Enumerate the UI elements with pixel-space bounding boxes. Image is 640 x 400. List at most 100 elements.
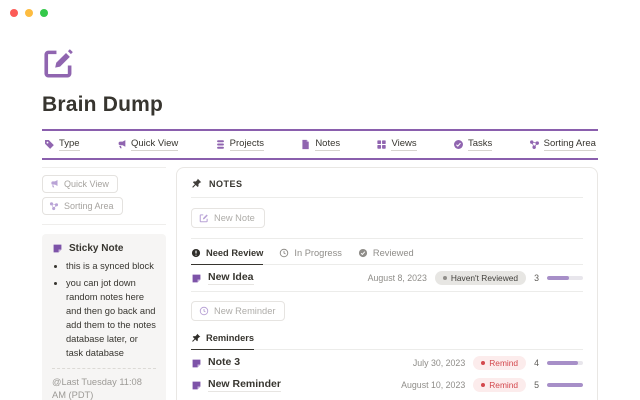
check-circle-icon — [358, 248, 368, 258]
document-icon — [300, 139, 311, 150]
sidebar-button-group: Quick View Sorting Area — [42, 167, 166, 225]
status-label: Remind — [489, 380, 518, 390]
nav-item-type[interactable]: Type — [44, 138, 80, 151]
sticky-note-title: Sticky Note — [69, 243, 123, 254]
share-nodes-icon — [49, 201, 59, 211]
pencil-square-icon — [199, 213, 209, 223]
pushpin-icon — [191, 333, 201, 343]
exclamation-circle-icon — [191, 248, 201, 258]
window-controls — [10, 9, 48, 17]
notes-section: NOTES New Note Need Review In Progress — [176, 167, 598, 400]
new-note-button-label: New Note — [214, 213, 255, 223]
notes-status-tabs: Need Review In Progress Reviewed — [191, 248, 583, 265]
reminder-title[interactable]: Note 3 — [208, 356, 240, 370]
share-nodes-icon — [529, 139, 540, 150]
new-reminder-button-label: New Reminder — [214, 306, 275, 316]
remind-badge: Remind — [473, 356, 526, 370]
status-dot — [443, 276, 447, 280]
properties-nav: Type Quick View Projects Notes Views Tas… — [42, 131, 598, 158]
sticky-note-icon — [191, 380, 202, 391]
sticky-bullet: this is a synced block — [66, 260, 156, 274]
nav-label: Sorting Area — [544, 138, 596, 151]
nav-label: Views — [391, 138, 416, 151]
note-title[interactable]: New Idea — [208, 271, 254, 285]
new-reminder-button[interactable]: New Reminder — [191, 301, 285, 321]
sticky-bullet: you can jot down random notes here and t… — [66, 277, 156, 361]
clock-icon — [279, 248, 289, 258]
status-dot — [481, 361, 485, 365]
status-label: Remind — [489, 358, 518, 368]
sorting-area-button-label: Sorting Area — [64, 201, 114, 211]
tab-label: Reminders — [206, 333, 254, 343]
sticky-note-icon — [191, 358, 202, 369]
nav-item-views[interactable]: Views — [376, 138, 416, 151]
nav-label: Type — [59, 138, 80, 151]
sticky-note-icon — [191, 273, 202, 284]
reminder-date: July 30, 2023 — [413, 358, 465, 368]
tab-label: Need Review — [206, 248, 263, 258]
reminder-row[interactable]: Note 3 July 30, 2023 Remind 4 — [191, 350, 583, 376]
reminder-date: August 10, 2023 — [401, 380, 465, 390]
rating-count: 4 — [534, 358, 539, 368]
minimize-window-button[interactable] — [25, 9, 33, 17]
progress-fill — [547, 361, 578, 365]
main-content: NOTES New Note Need Review In Progress — [176, 167, 598, 400]
tab-reviewed[interactable]: Reviewed — [358, 248, 414, 264]
divider — [42, 158, 598, 160]
nav-item-sorting-area[interactable]: Sorting Area — [529, 138, 596, 151]
tag-icon — [44, 139, 55, 150]
nav-label: Tasks — [468, 138, 492, 151]
memo-pencil-icon — [42, 46, 76, 80]
notes-section-title: NOTES — [209, 179, 243, 189]
divider — [191, 291, 583, 292]
rating-count: 5 — [534, 380, 539, 390]
progress-bar — [547, 276, 583, 280]
quick-view-button[interactable]: Quick View — [42, 175, 118, 193]
grid-icon — [376, 139, 387, 150]
sticky-note-bullets: this is a synced block you can jot down … — [66, 260, 156, 361]
reminder-title[interactable]: New Reminder — [208, 378, 281, 392]
check-circle-icon — [453, 139, 464, 150]
nav-item-notes[interactable]: Notes — [300, 138, 340, 151]
status-label: Haven't Reviewed — [451, 273, 518, 283]
megaphone-icon — [49, 179, 59, 189]
note-date: August 8, 2023 — [368, 273, 427, 283]
new-note-button[interactable]: New Note — [191, 208, 265, 228]
sticky-note-icon — [52, 243, 63, 254]
megaphone-icon — [116, 139, 127, 150]
reminders-tabs: Reminders — [191, 333, 583, 350]
reminder-row[interactable]: New Reminder August 10, 2023 Remind 5 — [191, 376, 583, 398]
progress-fill — [547, 276, 569, 280]
status-dot — [481, 383, 485, 387]
nav-label: Quick View — [131, 138, 178, 151]
clock-plus-icon — [199, 306, 209, 316]
tab-label: Reviewed — [373, 248, 414, 258]
tab-reminders[interactable]: Reminders — [191, 333, 254, 350]
nav-label: Projects — [230, 138, 264, 151]
page-title: Brain Dump — [42, 93, 598, 117]
sidebar: Quick View Sorting Area Sticky Note this… — [42, 167, 166, 400]
status-badge: Haven't Reviewed — [435, 271, 526, 285]
remind-badge: Remind — [473, 378, 526, 392]
sticky-note-timestamp: @Last Tuesday 11:08 AM (PDT) — [52, 376, 156, 400]
nav-item-projects[interactable]: Projects — [215, 138, 264, 151]
pushpin-icon — [191, 178, 202, 189]
progress-fill — [547, 383, 583, 387]
note-row[interactable]: New Idea August 8, 2023 Haven't Reviewed… — [191, 265, 583, 291]
divider — [52, 368, 156, 369]
tab-need-review[interactable]: Need Review — [191, 248, 263, 265]
sticky-note-block[interactable]: Sticky Note this is a synced block you c… — [42, 234, 166, 400]
nav-item-quick-view[interactable]: Quick View — [116, 138, 178, 151]
divider — [191, 238, 583, 239]
tab-label: In Progress — [294, 248, 342, 258]
reminders-block: Reminders Note 3 July 30, 2023 Remind 4 — [191, 333, 583, 398]
tab-in-progress[interactable]: In Progress — [279, 248, 342, 264]
rating-count: 3 — [534, 273, 539, 283]
zoom-window-button[interactable] — [40, 9, 48, 17]
nav-item-tasks[interactable]: Tasks — [453, 138, 492, 151]
nav-label: Notes — [315, 138, 340, 151]
stack-icon — [215, 139, 226, 150]
close-window-button[interactable] — [10, 9, 18, 17]
quick-view-button-label: Quick View — [64, 179, 109, 189]
sorting-area-button[interactable]: Sorting Area — [42, 197, 123, 215]
